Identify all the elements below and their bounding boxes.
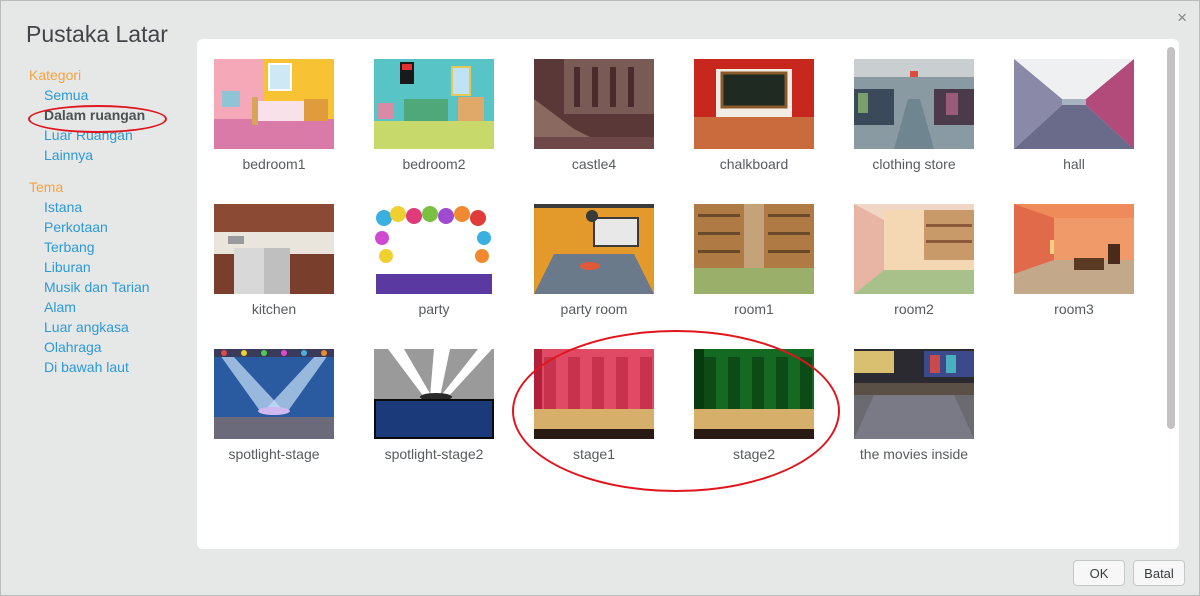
- tile-label: chalkboard: [719, 156, 789, 172]
- room1-thumbnail: [694, 204, 814, 294]
- category-heading: Kategori: [29, 67, 82, 83]
- backdrop-tile-castle4[interactable]: castle4: [517, 39, 677, 174]
- tile-label: bedroom1: [242, 156, 306, 172]
- scrollbar-thumb[interactable]: [1167, 47, 1175, 429]
- category-item-lainnya[interactable]: Lainnya: [29, 145, 189, 165]
- tile-label: clothing store: [872, 156, 956, 172]
- backdrop-tile-room2[interactable]: room2: [837, 184, 997, 319]
- stage2-thumbnail: [694, 349, 814, 439]
- theme-item-liburan[interactable]: Liburan: [29, 257, 189, 277]
- backdrop-tile-party-room[interactable]: party room: [517, 184, 677, 319]
- cancel-button[interactable]: Batal: [1133, 560, 1185, 586]
- room2-thumbnail: [854, 204, 974, 294]
- backdrop-tile-the-movies-inside[interactable]: the movies inside: [837, 329, 997, 464]
- tile-label: party: [418, 301, 450, 317]
- theme-item-alam[interactable]: Alam: [29, 297, 189, 317]
- backdrop-tile-hall[interactable]: hall: [997, 39, 1157, 174]
- stage1-thumbnail: [534, 349, 654, 439]
- tile-label: kitchen: [251, 301, 297, 317]
- backdrop-tile-room1[interactable]: room1: [677, 184, 837, 319]
- backdrop-tile-party[interactable]: party: [357, 184, 517, 319]
- vertical-scrollbar[interactable]: [1165, 43, 1175, 543]
- theme-item-terbang[interactable]: Terbang: [29, 237, 189, 257]
- backdrop-tile-stage1[interactable]: stage1: [517, 329, 677, 464]
- theme-item-di-bawah-laut[interactable]: Di bawah laut: [29, 357, 189, 377]
- theme-item-musik-dan-tarian[interactable]: Musik dan Tarian: [29, 277, 189, 297]
- backdrop-tile-bedroom1[interactable]: bedroom1: [197, 39, 357, 174]
- tile-label: room1: [734, 301, 774, 317]
- theme-heading: Tema: [29, 179, 64, 195]
- dialog-title: Pustaka Latar: [26, 21, 168, 47]
- bedroom2-thumbnail: [374, 59, 494, 149]
- bedroom1-thumbnail: [214, 59, 334, 149]
- backdrop-tile-clothing-store[interactable]: clothing store: [837, 39, 997, 174]
- party-room-thumbnail: [534, 204, 654, 294]
- tile-label: party room: [560, 301, 628, 317]
- backdrop-tile-room3[interactable]: room3: [997, 184, 1157, 319]
- backdrop-tile-spotlight-stage[interactable]: spotlight-stage: [197, 329, 357, 464]
- tile-label: spotlight-stage2: [384, 446, 484, 462]
- backdrop-tile-stage2[interactable]: stage2: [677, 329, 837, 464]
- tile-label: bedroom2: [402, 156, 466, 172]
- ok-button[interactable]: OK: [1073, 560, 1125, 586]
- chalkboard-thumbnail: [694, 59, 814, 149]
- category-item-semua[interactable]: Semua: [29, 85, 189, 105]
- tile-label: the movies inside: [859, 446, 969, 462]
- clothing-store-thumbnail: [854, 59, 974, 149]
- tile-label: stage2: [732, 446, 776, 462]
- theme-item-luar-angkasa[interactable]: Luar angkasa: [29, 317, 189, 337]
- castle4-thumbnail: [534, 59, 654, 149]
- tile-label: spotlight-stage: [228, 446, 320, 462]
- party-thumbnail: [374, 204, 494, 294]
- category-item-dalam-ruangan[interactable]: Dalam ruangan: [29, 105, 189, 125]
- category-sidebar: Kategori Semua Dalam ruangan Luar Ruanga…: [29, 65, 189, 377]
- category-item-luar-ruangan[interactable]: Luar Ruangan: [29, 125, 189, 145]
- backdrop-tile-kitchen[interactable]: kitchen: [197, 184, 357, 319]
- tile-label: stage1: [572, 446, 616, 462]
- backdrop-tile-chalkboard[interactable]: chalkboard: [677, 39, 837, 174]
- theme-item-perkotaan[interactable]: Perkotaan: [29, 217, 189, 237]
- tile-label: room2: [894, 301, 934, 317]
- backdrop-panel: bedroom1 bedroom2 castle4 chalkboard clo…: [197, 39, 1179, 549]
- the-movies-inside-thumbnail: [854, 349, 974, 439]
- backdrop-library-dialog: Pustaka Latar × Kategori Semua Dalam rua…: [0, 0, 1200, 596]
- hall-thumbnail: [1014, 59, 1134, 149]
- backdrop-tile-bedroom2[interactable]: bedroom2: [357, 39, 517, 174]
- kitchen-thumbnail: [214, 204, 334, 294]
- theme-item-istana[interactable]: Istana: [29, 197, 189, 217]
- room3-thumbnail: [1014, 204, 1134, 294]
- backdrop-grid: bedroom1 bedroom2 castle4 chalkboard clo…: [197, 39, 1157, 549]
- tile-label: hall: [1063, 156, 1085, 172]
- tile-label: castle4: [571, 156, 617, 172]
- theme-item-olahraga[interactable]: Olahraga: [29, 337, 189, 357]
- backdrop-tile-spotlight-stage2[interactable]: spotlight-stage2: [357, 329, 517, 464]
- spotlight-stage-thumbnail: [214, 349, 334, 439]
- close-icon[interactable]: ×: [1177, 9, 1187, 26]
- tile-label: room3: [1054, 301, 1094, 317]
- spotlight-stage2-thumbnail: [374, 349, 494, 439]
